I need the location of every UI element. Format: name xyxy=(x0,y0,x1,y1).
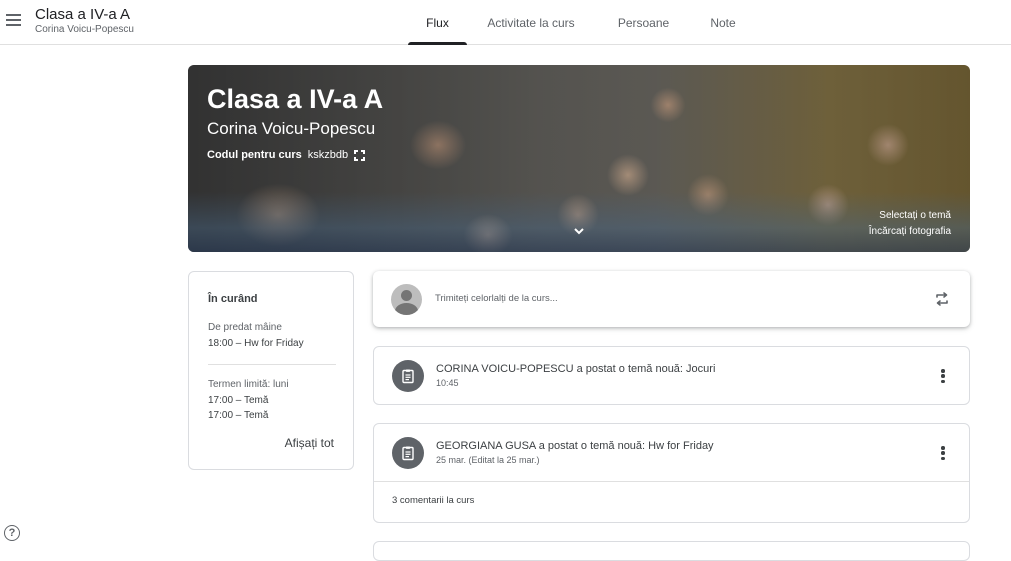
view-all-link[interactable]: Afișați tot xyxy=(285,436,334,450)
tab-activitate[interactable]: Activitate la curs xyxy=(467,0,595,45)
upcoming-title: În curând xyxy=(208,293,258,305)
help-icon[interactable]: ? xyxy=(4,525,20,541)
class-teacher: Corina Voicu-Popescu xyxy=(35,24,134,35)
chevron-down-icon[interactable] xyxy=(573,225,585,237)
select-theme-link[interactable]: Selectați o temă xyxy=(879,210,951,221)
class-banner: Clasa a IV-a A Corina Voicu-Popescu Codu… xyxy=(188,65,970,252)
class-code-label: Codul pentru curs xyxy=(207,149,302,161)
stream-post[interactable]: GEORGIANA GUSA a postat o temă nouă: Hw … xyxy=(373,423,970,523)
due-tomorrow-label: De predat mâine xyxy=(208,322,282,333)
upcoming-item[interactable]: 18:00 – Hw for Friday xyxy=(208,338,304,349)
class-code-value: kskzbdb xyxy=(307,149,349,161)
upcoming-item[interactable]: 17:00 – Temă xyxy=(208,410,268,421)
tab-bar: Flux Activitate la curs Persoane Note xyxy=(408,0,754,45)
banner-class-title: Clasa a IV-a A xyxy=(207,84,384,114)
class-title[interactable]: Clasa a IV-a A xyxy=(35,6,130,23)
more-vert-icon[interactable] xyxy=(941,369,945,383)
tab-note[interactable]: Note xyxy=(692,0,754,45)
assignment-icon xyxy=(392,437,424,469)
more-vert-icon[interactable] xyxy=(941,446,945,460)
divider xyxy=(374,481,969,482)
tab-flux[interactable]: Flux xyxy=(408,0,467,45)
upcoming-item[interactable]: 17:00 – Temă xyxy=(208,395,268,406)
stream-post[interactable]: CORINA VOICU-POPESCU a postat o temă nou… xyxy=(373,346,970,405)
share-placeholder: Trimiteți celorlalți de la curs... xyxy=(435,293,558,304)
due-monday-label: Termen limită: luni xyxy=(208,379,289,390)
post-title[interactable]: GEORGIANA GUSA a postat o temă nouă: Hw … xyxy=(436,440,714,452)
repost-icon[interactable] xyxy=(934,291,950,307)
fullscreen-icon[interactable] xyxy=(354,149,366,161)
top-app-bar: Clasa a IV-a A Corina Voicu-Popescu Flux… xyxy=(0,0,1011,45)
assignment-icon xyxy=(392,360,424,392)
share-with-class-box[interactable]: Trimiteți celorlalți de la curs... xyxy=(373,271,970,327)
post-time: 10:45 xyxy=(436,378,459,388)
upload-photo-link[interactable]: Încărcați fotografia xyxy=(869,226,951,237)
banner-photo xyxy=(188,192,970,252)
class-comments-link[interactable]: 3 comentarii la curs xyxy=(392,495,474,506)
banner-teacher: Corina Voicu-Popescu xyxy=(207,119,376,138)
class-code: Codul pentru curs kskzbdb xyxy=(207,149,366,161)
stream-post[interactable] xyxy=(373,541,970,561)
divider xyxy=(208,364,336,365)
upcoming-card: În curând De predat mâine 18:00 – Hw for… xyxy=(188,271,354,470)
post-title[interactable]: CORINA VOICU-POPESCU a postat o temă nou… xyxy=(436,363,715,375)
avatar xyxy=(391,284,422,315)
post-time: 25 mar. (Editat la 25 mar.) xyxy=(436,455,540,465)
menu-icon[interactable] xyxy=(4,10,24,30)
tab-persoane[interactable]: Persoane xyxy=(595,0,692,45)
